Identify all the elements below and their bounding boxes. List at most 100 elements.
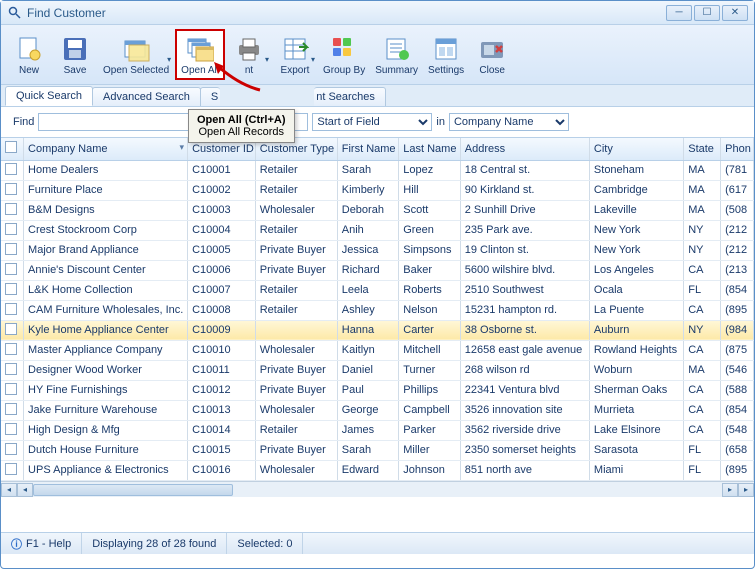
row-checkbox[interactable] [5, 303, 17, 315]
cell-company: High Design & Mfg [24, 420, 188, 440]
row-checkbox[interactable] [5, 363, 17, 375]
col-company[interactable]: Company Name▾ [24, 138, 188, 160]
close-window-button[interactable]: ✕ [722, 5, 748, 21]
help-status[interactable]: ⓘ F1 - Help [1, 533, 82, 554]
minimize-button[interactable]: ─ [666, 5, 692, 21]
row-checkbox[interactable] [5, 163, 17, 175]
col-address[interactable]: Address [460, 138, 589, 160]
row-checkbox[interactable] [5, 283, 17, 295]
check-all[interactable] [5, 141, 17, 153]
row-checkbox[interactable] [5, 203, 17, 215]
chevron-down-icon: ▾ [265, 55, 269, 64]
table-row[interactable]: Crest Stockroom CorpC10004RetailerAnihGr… [1, 220, 754, 240]
table-row[interactable]: Annie's Discount CenterC10006Private Buy… [1, 260, 754, 280]
cell-ctype [255, 320, 337, 340]
cell-addr: 12658 east gale avenue [460, 340, 589, 360]
open-all-tooltip: Open All (Ctrl+A) Open All Records [188, 109, 295, 143]
group-by-button[interactable]: Group By [319, 31, 369, 78]
row-checkbox[interactable] [5, 223, 17, 235]
settings-button[interactable]: Settings [424, 31, 468, 78]
row-checkbox[interactable] [5, 183, 17, 195]
table-row[interactable]: L&K Home CollectionC10007RetailerLeelaRo… [1, 280, 754, 300]
cell-addr: 15231 hampton rd. [460, 300, 589, 320]
col-check[interactable] [1, 138, 24, 160]
close-button[interactable]: Close [470, 31, 514, 78]
scroll-left-arrow-2[interactable]: ◂ [17, 483, 33, 497]
col-first-name[interactable]: First Name [337, 138, 399, 160]
table-row[interactable]: HY Fine FurnishingsC10012Private BuyerPa… [1, 380, 754, 400]
table-row[interactable]: Jake Furniture WarehouseC10013Wholesaler… [1, 400, 754, 420]
row-checkbox[interactable] [5, 423, 17, 435]
cell-ctype: Retailer [255, 160, 337, 180]
cell-cid: C10015 [188, 440, 256, 460]
tab-s[interactable]: S [200, 87, 220, 106]
horizontal-scrollbar[interactable]: ◂ ◂ ▸ ▸ [1, 481, 754, 497]
maximize-button[interactable]: ☐ [694, 5, 720, 21]
cell-state: MA [684, 360, 721, 380]
table-row[interactable]: Home DealersC10001RetailerSarahLopez18 C… [1, 160, 754, 180]
row-checkbox[interactable] [5, 343, 17, 355]
col-state[interactable]: State [684, 138, 721, 160]
print-button[interactable]: nt ▾ [227, 31, 271, 78]
table-row[interactable]: UPS Appliance & ElectronicsC10016Wholesa… [1, 460, 754, 480]
open-selected-button[interactable]: Open Selected ▾ [99, 31, 173, 78]
save-button[interactable]: Save [53, 31, 97, 78]
cell-cid: C10008 [188, 300, 256, 320]
scroll-right-arrow[interactable]: ▸ [738, 483, 754, 497]
table-row[interactable]: Kyle Home Appliance CenterC10009HannaCar… [1, 320, 754, 340]
table-row[interactable]: Master Appliance CompanyC10010Wholesaler… [1, 340, 754, 360]
open-all-button[interactable]: Open All [175, 29, 225, 80]
selected-status: Selected: 0 [227, 533, 303, 554]
cell-phone: (588 [721, 380, 754, 400]
match-select[interactable]: Start of Field [312, 113, 432, 131]
col-city[interactable]: City [589, 138, 683, 160]
cell-lname: Hill [399, 180, 461, 200]
cell-fname: Sarah [337, 160, 399, 180]
open-all-label: Open All [181, 65, 219, 76]
cell-fname: Edward [337, 460, 399, 480]
table-row[interactable]: Dutch House FurnitureC10015Private Buyer… [1, 440, 754, 460]
cell-state: NY [684, 220, 721, 240]
scroll-right-arrow-2[interactable]: ▸ [722, 483, 738, 497]
cell-ctype: Private Buyer [255, 360, 337, 380]
status-bar: ⓘ F1 - Help Displaying 28 of 28 found Se… [1, 532, 754, 554]
cell-addr: 38 Osborne st. [460, 320, 589, 340]
table-row[interactable]: Designer Wood WorkerC10011Private BuyerD… [1, 360, 754, 380]
export-label: Export [281, 65, 310, 76]
cell-addr: 19 Clinton st. [460, 240, 589, 260]
search-tabs: Quick Search Advanced Search S nt Search… [1, 85, 754, 107]
cell-ctype: Wholesaler [255, 400, 337, 420]
cell-ctype: Retailer [255, 420, 337, 440]
table-row[interactable]: CAM Furniture Wholesales, Inc.C10008Reta… [1, 300, 754, 320]
table-row[interactable]: Major Brand ApplianceC10005Private Buyer… [1, 240, 754, 260]
field-select[interactable]: Company Name [449, 113, 569, 131]
open-all-icon [184, 33, 216, 65]
cell-city: Sherman Oaks [589, 380, 683, 400]
scroll-left-arrow[interactable]: ◂ [1, 483, 17, 497]
export-button[interactable]: Export ▾ [273, 31, 317, 78]
row-checkbox[interactable] [5, 323, 17, 335]
cell-cid: C10016 [188, 460, 256, 480]
tab-nt-searches[interactable]: nt Searches [314, 87, 386, 106]
row-checkbox[interactable] [5, 383, 17, 395]
col-phone[interactable]: Phon [721, 138, 754, 160]
new-button[interactable]: New [7, 31, 51, 78]
filter-icon[interactable]: ▾ [180, 142, 185, 153]
summary-button[interactable]: Summary [371, 31, 422, 78]
scroll-thumb[interactable] [33, 484, 233, 496]
cell-lname: Miller [399, 440, 461, 460]
row-checkbox[interactable] [5, 263, 17, 275]
table-row[interactable]: High Design & MfgC10014RetailerJamesPark… [1, 420, 754, 440]
col-last-name[interactable]: Last Name [399, 138, 461, 160]
cell-lname: Mitchell [399, 340, 461, 360]
table-row[interactable]: Furniture PlaceC10002RetailerKimberlyHil… [1, 180, 754, 200]
row-checkbox[interactable] [5, 243, 17, 255]
row-checkbox[interactable] [5, 403, 17, 415]
tab-quick-search[interactable]: Quick Search [5, 86, 93, 106]
cell-cid: C10005 [188, 240, 256, 260]
row-checkbox[interactable] [5, 443, 17, 455]
tab-advanced-search[interactable]: Advanced Search [92, 87, 201, 106]
table-row[interactable]: B&M DesignsC10003WholesalerDeborahScott2… [1, 200, 754, 220]
row-checkbox[interactable] [5, 463, 17, 475]
close-icon [476, 33, 508, 65]
